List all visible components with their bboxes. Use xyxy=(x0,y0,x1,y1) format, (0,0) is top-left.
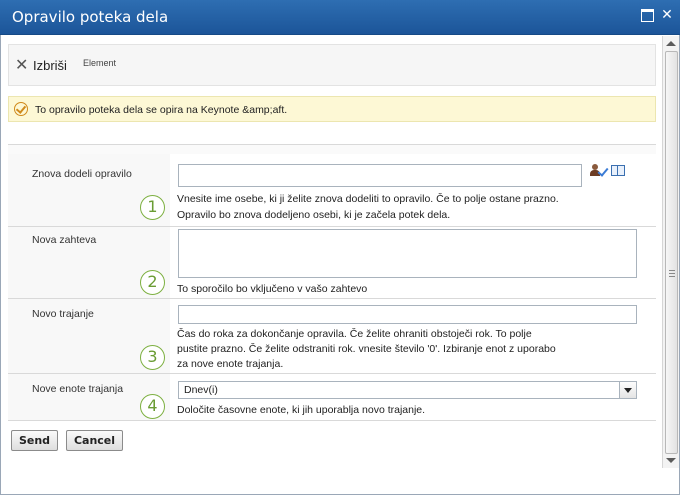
duration-description-2: pustite prazno. Če želite odstraniti rok… xyxy=(177,343,556,355)
address-book-icon[interactable] xyxy=(611,165,625,176)
maximize-icon[interactable] xyxy=(640,7,654,22)
dialog-titlebar: Opravilo poteka dela ✕ xyxy=(0,0,680,35)
units-description: Določite časovne enote, ki jih uporablja… xyxy=(177,404,426,416)
duration-description-1: Čas do roka za dokončanje opravila. Če ž… xyxy=(177,328,532,340)
cancel-button[interactable]: Cancel xyxy=(66,430,123,451)
delete-x-icon[interactable]: ✕ xyxy=(15,55,28,75)
ribbon-toolbar: ✕ Izbriši Element xyxy=(8,44,656,86)
grip-icon xyxy=(669,270,675,277)
reassign-input[interactable] xyxy=(178,164,582,187)
units-selected-value: Dnev(i) xyxy=(184,384,218,396)
send-button[interactable]: Send xyxy=(11,430,58,451)
delete-element-label[interactable]: Element xyxy=(83,58,116,68)
duration-input[interactable] xyxy=(178,305,637,324)
form-top-divider xyxy=(8,144,656,154)
close-icon[interactable]: ✕ xyxy=(660,7,674,21)
reassign-description-1: Vnesite ime osebe, ki ji želite znova do… xyxy=(177,193,559,205)
scroll-up-icon[interactable] xyxy=(666,41,676,46)
request-description: To sporočilo bo vključeno v vašo zahtevo xyxy=(177,283,368,295)
request-label: Nova zahteva xyxy=(32,234,97,246)
form-row-duration: Novo trajanje 3 Čas do roka za dokončanj… xyxy=(8,299,656,374)
step-1-badge: 1 xyxy=(140,195,165,220)
task-check-icon xyxy=(14,102,28,116)
form-row-reassign: Znova dodeli opravilo 1 Vnesite ime oseb… xyxy=(8,154,656,227)
scroll-thumb[interactable] xyxy=(665,51,678,454)
step-3-badge: 3 xyxy=(140,345,165,370)
delete-button[interactable]: Izbriši xyxy=(33,58,67,73)
form-row-units: Nove enote trajanja 4 Dnev(i) Določite č… xyxy=(8,374,656,421)
duration-label: Novo trajanje xyxy=(32,308,94,320)
dialog-title: Opravilo poteka dela xyxy=(12,8,169,26)
reassign-description-2: Opravilo bo znova dodeljeno osebi, ki je… xyxy=(177,209,451,221)
info-notice: To opravilo poteka dela se opira na Keyn… xyxy=(8,96,656,122)
duration-description-3: za nove enote trajanja. xyxy=(177,358,284,370)
units-select[interactable]: Dnev(i) xyxy=(178,381,637,399)
vertical-scrollbar[interactable] xyxy=(662,36,679,468)
reassign-label: Znova dodeli opravilo xyxy=(32,168,132,180)
units-label: Nove enote trajanja xyxy=(32,383,124,395)
chevron-down-icon[interactable] xyxy=(619,382,636,398)
request-textarea[interactable] xyxy=(178,229,637,278)
step-4-badge: 4 xyxy=(140,394,165,419)
form-row-request: Nova zahteva 2 To sporočilo bo vključeno… xyxy=(8,227,656,299)
scroll-down-icon[interactable] xyxy=(666,458,676,463)
notice-text: To opravilo poteka dela se opira na Keyn… xyxy=(35,104,288,116)
step-2-badge: 2 xyxy=(140,270,165,295)
